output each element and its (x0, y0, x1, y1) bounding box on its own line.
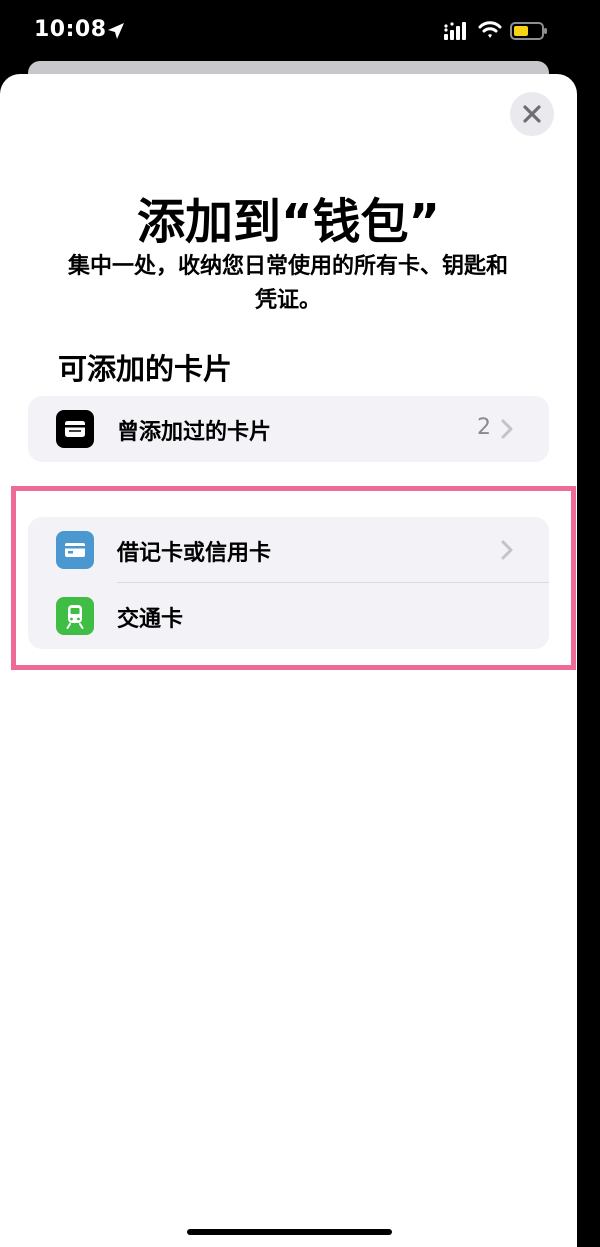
wallet-icon (56, 410, 94, 448)
close-button[interactable] (510, 92, 554, 136)
previous-cards-label: 曾添加过的卡片 (117, 420, 272, 445)
previous-cards-count: 2 (477, 415, 491, 440)
chevron-right-icon (501, 419, 513, 439)
status-time: 10:08 (34, 17, 107, 42)
previous-cards-group: 曾添加过的卡片 2 (28, 396, 549, 462)
previous-cards-row[interactable]: 曾添加过的卡片 2 (28, 396, 549, 462)
page-title: 添加到“钱包” (136, 194, 441, 250)
battery-icon (510, 22, 547, 40)
close-icon (523, 105, 541, 123)
cellular-signal-icon (444, 22, 466, 40)
highlight-box (11, 486, 576, 670)
location-arrow-icon (108, 23, 124, 39)
wifi-icon (478, 21, 502, 38)
status-bar: 10:08 (0, 0, 600, 62)
section-heading: 可添加的卡片 (58, 352, 233, 386)
home-indicator (187, 1229, 392, 1235)
page-subtitle: 集中一处，收纳您日常使用的所有卡、钥匙和凭证。 (67, 254, 508, 313)
